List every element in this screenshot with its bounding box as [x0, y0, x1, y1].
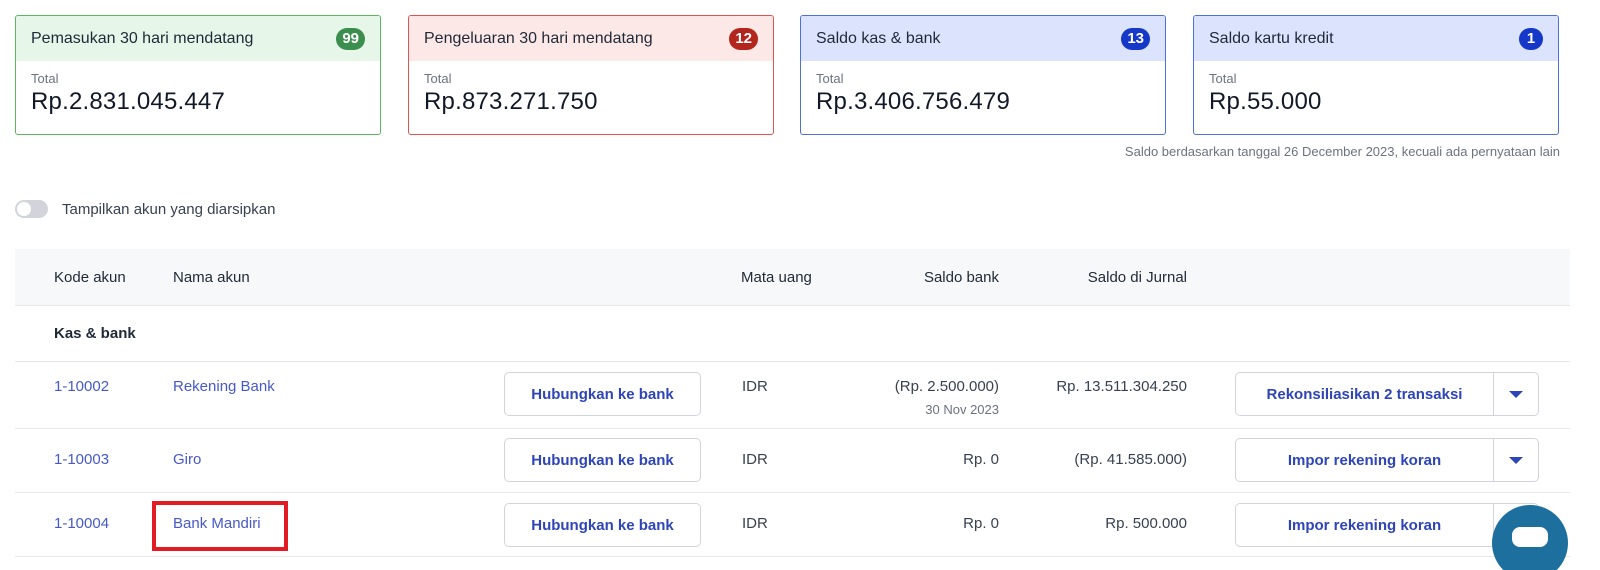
table-row: 1-10002 Rekening Bank Hubungkan ke bank … [15, 362, 1570, 429]
balance-note: Saldo berdasarkan tanggal 26 December 20… [1124, 144, 1560, 159]
account-code-link[interactable]: 1-10004 [54, 515, 109, 532]
count-badge: 12 [729, 27, 758, 50]
archive-toggle-row: Tampilkan akun yang diarsipkan [15, 200, 275, 218]
accounts-table: Kode akun Nama akun Mata uang Saldo bank… [15, 249, 1570, 557]
action-split-button: Impor rekening koran [1235, 438, 1539, 482]
card-cash-bank[interactable]: Saldo kas & bank 13 Total Rp.3.406.756.4… [800, 15, 1166, 135]
chat-icon [1512, 527, 1548, 547]
currency: IDR [742, 515, 768, 532]
account-code-link[interactable]: 1-10003 [54, 451, 109, 468]
card-amount: Rp.873.271.750 [424, 88, 598, 115]
toggle-knob [17, 202, 31, 216]
card-expense-header: Pengeluaran 30 hari mendatang 12 [409, 16, 773, 61]
action-split-button: Rekonsiliasikan 2 transaksi [1235, 372, 1539, 416]
card-title: Saldo kartu kredit [1209, 29, 1334, 47]
count-badge: 1 [1519, 27, 1543, 50]
card-body: Total Rp.2.831.045.447 [16, 61, 380, 116]
card-amount: Rp.55.000 [1209, 88, 1322, 115]
journal-balance: (Rp. 41.585.000) [1074, 451, 1187, 468]
account-code-link[interactable]: 1-10002 [54, 378, 109, 395]
card-title: Pengeluaran 30 hari mendatang [424, 29, 653, 47]
header-code: Kode akun [54, 269, 126, 286]
card-credit-card-header: Saldo kartu kredit 1 [1194, 16, 1558, 61]
currency: IDR [742, 378, 768, 395]
chevron-down-icon [1509, 390, 1523, 398]
section-label: Kas & bank [54, 325, 136, 342]
journal-balance: Rp. 500.000 [1105, 515, 1187, 532]
action-dropdown-toggle[interactable] [1493, 438, 1539, 482]
account-name-link[interactable]: Giro [173, 451, 201, 468]
header-bank-balance: Saldo bank [923, 269, 999, 286]
currency: IDR [742, 451, 768, 468]
card-income-header: Pemasukan 30 hari mendatang 99 [16, 16, 380, 61]
card-title: Saldo kas & bank [816, 29, 941, 47]
card-credit-card[interactable]: Saldo kartu kredit 1 Total Rp.55.000 [1193, 15, 1559, 135]
account-name-link[interactable]: Rekening Bank [173, 378, 275, 395]
highlight-box [152, 501, 288, 551]
count-badge: 13 [1121, 27, 1150, 50]
card-income[interactable]: Pemasukan 30 hari mendatang 99 Total Rp.… [15, 15, 381, 135]
table-row: 1-10003 Giro Hubungkan ke bank IDR Rp. 0… [15, 429, 1570, 493]
section-row: Kas & bank [15, 306, 1570, 362]
bank-balance: (Rp. 2.500.000) [894, 378, 999, 395]
header-journal-balance: Saldo di Jurnal [1087, 269, 1187, 286]
card-amount: Rp.3.406.756.479 [816, 88, 1011, 115]
card-body: Total Rp.55.000 [1194, 61, 1558, 116]
action-dropdown-toggle[interactable] [1493, 372, 1539, 416]
card-subtitle: Total [31, 71, 59, 86]
chevron-down-icon [1509, 456, 1523, 464]
card-subtitle: Total [816, 71, 844, 86]
connect-bank-button[interactable]: Hubungkan ke bank [504, 372, 701, 416]
connect-bank-button[interactable]: Hubungkan ke bank [504, 503, 701, 547]
card-subtitle: Total [1209, 71, 1237, 86]
card-body: Total Rp.873.271.750 [409, 61, 773, 116]
card-expense[interactable]: Pengeluaran 30 hari mendatang 12 Total R… [408, 15, 774, 135]
summary-cards: Pemasukan 30 hari mendatang 99 Total Rp.… [15, 15, 1560, 135]
header-name: Nama akun [173, 269, 250, 286]
connect-bank-button[interactable]: Hubungkan ke bank [504, 438, 701, 482]
header-currency: Mata uang [741, 269, 812, 286]
bank-balance-date: 30 Nov 2023 [925, 402, 999, 417]
count-badge: 99 [336, 27, 365, 50]
table-row: 1-10004 Bank Mandiri Hubungkan ke bank I… [15, 493, 1570, 557]
card-body: Total Rp.3.406.756.479 [801, 61, 1165, 116]
card-subtitle: Total [424, 71, 452, 86]
import-statement-button[interactable]: Impor rekening koran [1235, 438, 1493, 482]
import-statement-button[interactable]: Impor rekening koran [1235, 503, 1493, 547]
reconcile-button[interactable]: Rekonsiliasikan 2 transaksi [1235, 372, 1493, 416]
bank-balance: Rp. 0 [963, 515, 999, 532]
card-title: Pemasukan 30 hari mendatang [31, 29, 254, 47]
card-cash-bank-header: Saldo kas & bank 13 [801, 16, 1165, 61]
card-amount: Rp.2.831.045.447 [31, 88, 226, 115]
bank-balance: Rp. 0 [963, 451, 999, 468]
table-header: Kode akun Nama akun Mata uang Saldo bank… [15, 249, 1570, 306]
journal-balance: Rp. 13.511.304.250 [1056, 378, 1187, 395]
archive-toggle-label: Tampilkan akun yang diarsipkan [62, 200, 276, 218]
archive-toggle[interactable] [15, 200, 48, 218]
